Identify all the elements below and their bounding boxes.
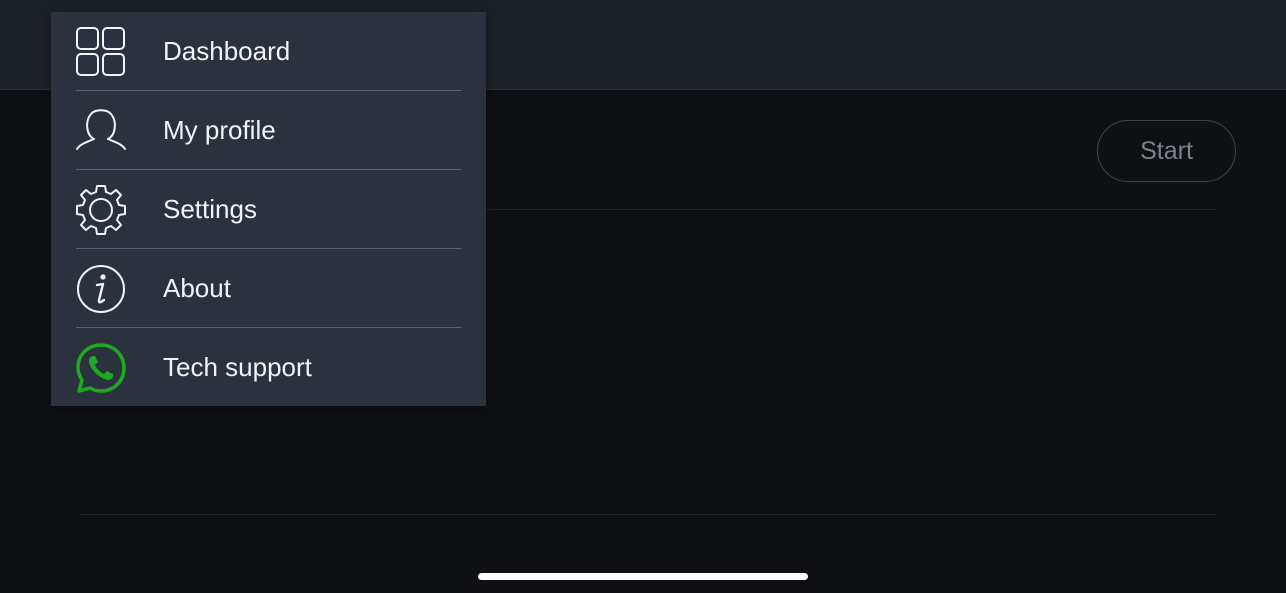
- user-profile-icon: [75, 105, 127, 157]
- dashboard-grid-icon: [75, 26, 127, 78]
- menu-item-label: About: [163, 273, 231, 303]
- menu-item-label: My profile: [163, 115, 276, 145]
- start-button[interactable]: Start: [1097, 120, 1236, 182]
- menu-item-label: Dashboard: [163, 36, 291, 66]
- menu-item-label: Settings: [163, 194, 257, 224]
- menu-item-about[interactable]: About: [51, 249, 486, 328]
- dropdown-menu: Dashboard My profile Settings About Tech…: [51, 12, 486, 406]
- app-screen: Start Dashboard My profile Settings Abou…: [0, 0, 1286, 593]
- menu-item-profile[interactable]: My profile: [51, 91, 486, 170]
- whatsapp-icon: [75, 342, 127, 394]
- gear-icon: [75, 184, 127, 236]
- menu-item-tech-support[interactable]: Tech support: [51, 328, 486, 407]
- content-divider: [80, 514, 1216, 515]
- info-icon: [75, 263, 127, 315]
- menu-item-settings[interactable]: Settings: [51, 170, 486, 249]
- menu-item-label: Tech support: [163, 352, 312, 382]
- home-indicator[interactable]: [478, 573, 808, 580]
- menu-item-dashboard[interactable]: Dashboard: [51, 12, 486, 91]
